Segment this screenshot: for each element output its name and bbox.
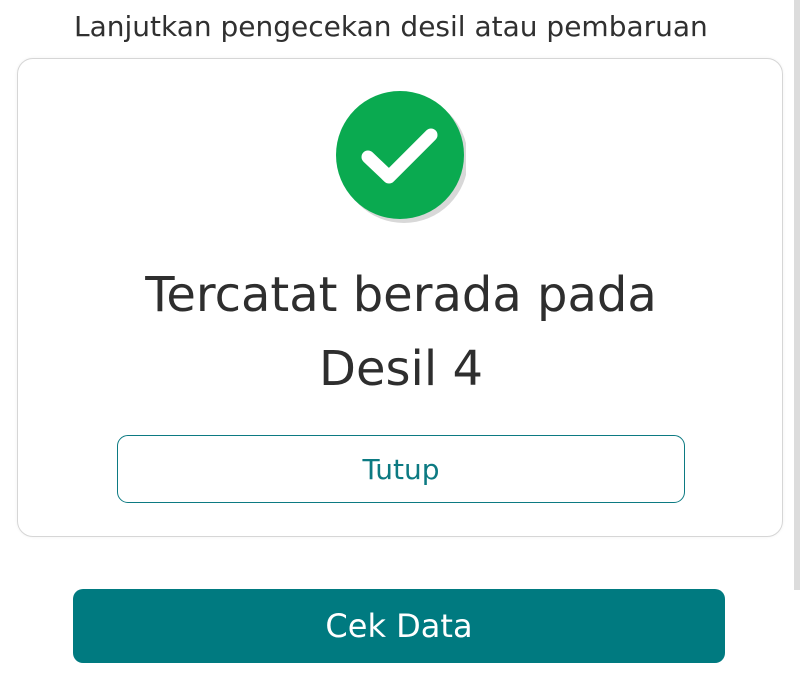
close-button[interactable]: Tutup bbox=[117, 435, 685, 503]
dialog-title-line-1: Tercatat berada pada bbox=[145, 267, 657, 323]
dialog-title: Tercatat berada pada Desil 4 bbox=[18, 258, 784, 406]
dialog-title-line-2: Desil 4 bbox=[319, 341, 483, 397]
result-dialog: Tercatat berada pada Desil 4 Tutup bbox=[17, 58, 783, 537]
check-circle-icon bbox=[334, 91, 468, 223]
screen: Lanjutkan pengecekan desil atau pembarua… bbox=[0, 0, 800, 681]
scrollbar[interactable] bbox=[794, 0, 800, 590]
cek-data-button[interactable]: Cek Data bbox=[73, 589, 725, 663]
